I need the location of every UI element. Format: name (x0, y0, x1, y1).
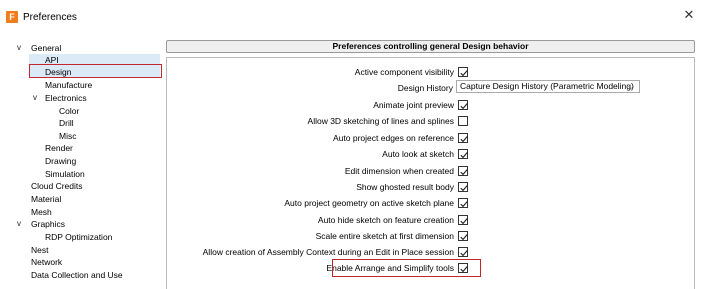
check-icon (460, 201, 468, 208)
check-icon (460, 234, 468, 241)
tree-item-electronics[interactable]: v Electronics (30, 92, 160, 104)
design-highlight-box (29, 64, 162, 78)
option-assembly-context: Allow creation of Assembly Context durin… (167, 246, 468, 259)
option-edit-dimension: Edit dimension when created (167, 165, 468, 178)
tree-item-network[interactable]: Network (31, 256, 62, 268)
option-design-history: Design History (397, 83, 453, 93)
close-icon[interactable]: ✕ (681, 7, 697, 23)
chevron-down-icon[interactable]: v (33, 92, 37, 104)
tree-item-label: Network (31, 257, 63, 267)
tree-item-label: Simulation (45, 169, 85, 179)
tree-item-label: Data Collection and Use (31, 270, 123, 280)
tree-item-label: Graphics (31, 219, 66, 229)
window-title: Preferences (23, 12, 77, 23)
tree-item-label: RDP Optimization (45, 232, 113, 242)
tree-item-manufacture[interactable]: Manufacture (45, 79, 92, 91)
preferences-panel: Preferences controlling general Design b… (166, 40, 695, 289)
option-show-ghosted-body: Show ghosted result body (167, 181, 468, 194)
check-icon (460, 218, 468, 225)
tree-item-label: Drill (59, 118, 74, 128)
panel-body: Active component visibility Design Histo… (166, 57, 695, 289)
option-allow-3d-sketching: Allow 3D sketching of lines and splines (167, 115, 468, 128)
tree-item-label: Material (31, 194, 62, 204)
option-auto-look-at-sketch: Auto look at sketch (167, 148, 468, 161)
app-icon: F (6, 11, 18, 23)
design-history-select[interactable]: Capture Design History (Parametric Model… (456, 80, 640, 93)
tree-item-label: Manufacture (45, 80, 93, 90)
tree-item-drill[interactable]: Drill (59, 117, 74, 129)
tree-item-label: Color (59, 106, 80, 116)
check-icon (460, 70, 468, 77)
checkbox[interactable] (458, 100, 468, 110)
option-scale-entire-sketch: Scale entire sketch at first dimension (167, 230, 468, 243)
tree-item-label: Mesh (31, 207, 52, 217)
tree-item-render[interactable]: Render (45, 142, 73, 154)
tree-item-color[interactable]: Color (59, 105, 79, 117)
checkbox[interactable] (458, 67, 468, 77)
preferences-tree: v General API Design Manufacture v Elect… (12, 40, 162, 289)
tree-item-drawing[interactable]: Drawing (45, 155, 76, 167)
check-icon (460, 152, 468, 159)
chevron-down-icon: ⌵ (627, 82, 634, 91)
checkbox[interactable] (458, 166, 468, 176)
option-active-component-visibility: Active component visibility (167, 66, 468, 79)
option-auto-hide-sketch: Auto hide sketch on feature creation (167, 214, 468, 227)
tree-item-mesh[interactable]: Mesh (31, 206, 52, 218)
check-icon (460, 169, 468, 176)
checkbox[interactable] (458, 182, 468, 192)
checkbox[interactable] (458, 215, 468, 225)
tree-item-general[interactable]: v General (12, 42, 160, 54)
tree-item-label: Electronics (45, 93, 87, 103)
tree-item-graphics[interactable]: v Graphics (12, 218, 160, 230)
tree-item-label: Nest (31, 245, 49, 255)
panel-header: Preferences controlling general Design b… (166, 40, 695, 53)
check-icon (460, 103, 468, 110)
tree-item-rdp-optimization[interactable]: RDP Optimization (45, 231, 112, 243)
checkbox[interactable] (458, 149, 468, 159)
check-icon (460, 250, 468, 257)
checkbox[interactable] (458, 133, 468, 143)
tree-item-misc[interactable]: Misc (59, 130, 76, 142)
option-animate-joint-preview: Animate joint preview (167, 99, 468, 112)
tree-item-label: General (31, 43, 62, 53)
title-bar: F Preferences ✕ (0, 0, 705, 36)
tree-item-material[interactable]: Material (31, 193, 61, 205)
tree-item-label: Misc (59, 131, 77, 141)
tree-item-simulation[interactable]: Simulation (45, 168, 85, 180)
check-icon (460, 185, 468, 192)
checkbox[interactable] (458, 116, 468, 126)
tree-item-label: Cloud Credits (31, 181, 83, 191)
tree-item-label: Drawing (45, 156, 77, 166)
tree-item-cloud-credits[interactable]: Cloud Credits (31, 180, 83, 192)
arrange-simplify-highlight-box (332, 259, 481, 277)
check-icon (460, 136, 468, 143)
tree-item-data-collection[interactable]: Data Collection and Use (31, 269, 123, 281)
tree-item-label: Render (45, 143, 73, 153)
checkbox[interactable] (458, 198, 468, 208)
chevron-down-icon[interactable]: v (17, 218, 21, 230)
checkbox[interactable] (458, 231, 468, 241)
option-auto-project-geometry: Auto project geometry on active sketch p… (167, 197, 468, 210)
tree-item-nest[interactable]: Nest (31, 244, 48, 256)
chevron-down-icon[interactable]: v (17, 42, 21, 54)
checkbox[interactable] (458, 247, 468, 257)
option-auto-project-edges: Auto project edges on reference (167, 132, 468, 145)
